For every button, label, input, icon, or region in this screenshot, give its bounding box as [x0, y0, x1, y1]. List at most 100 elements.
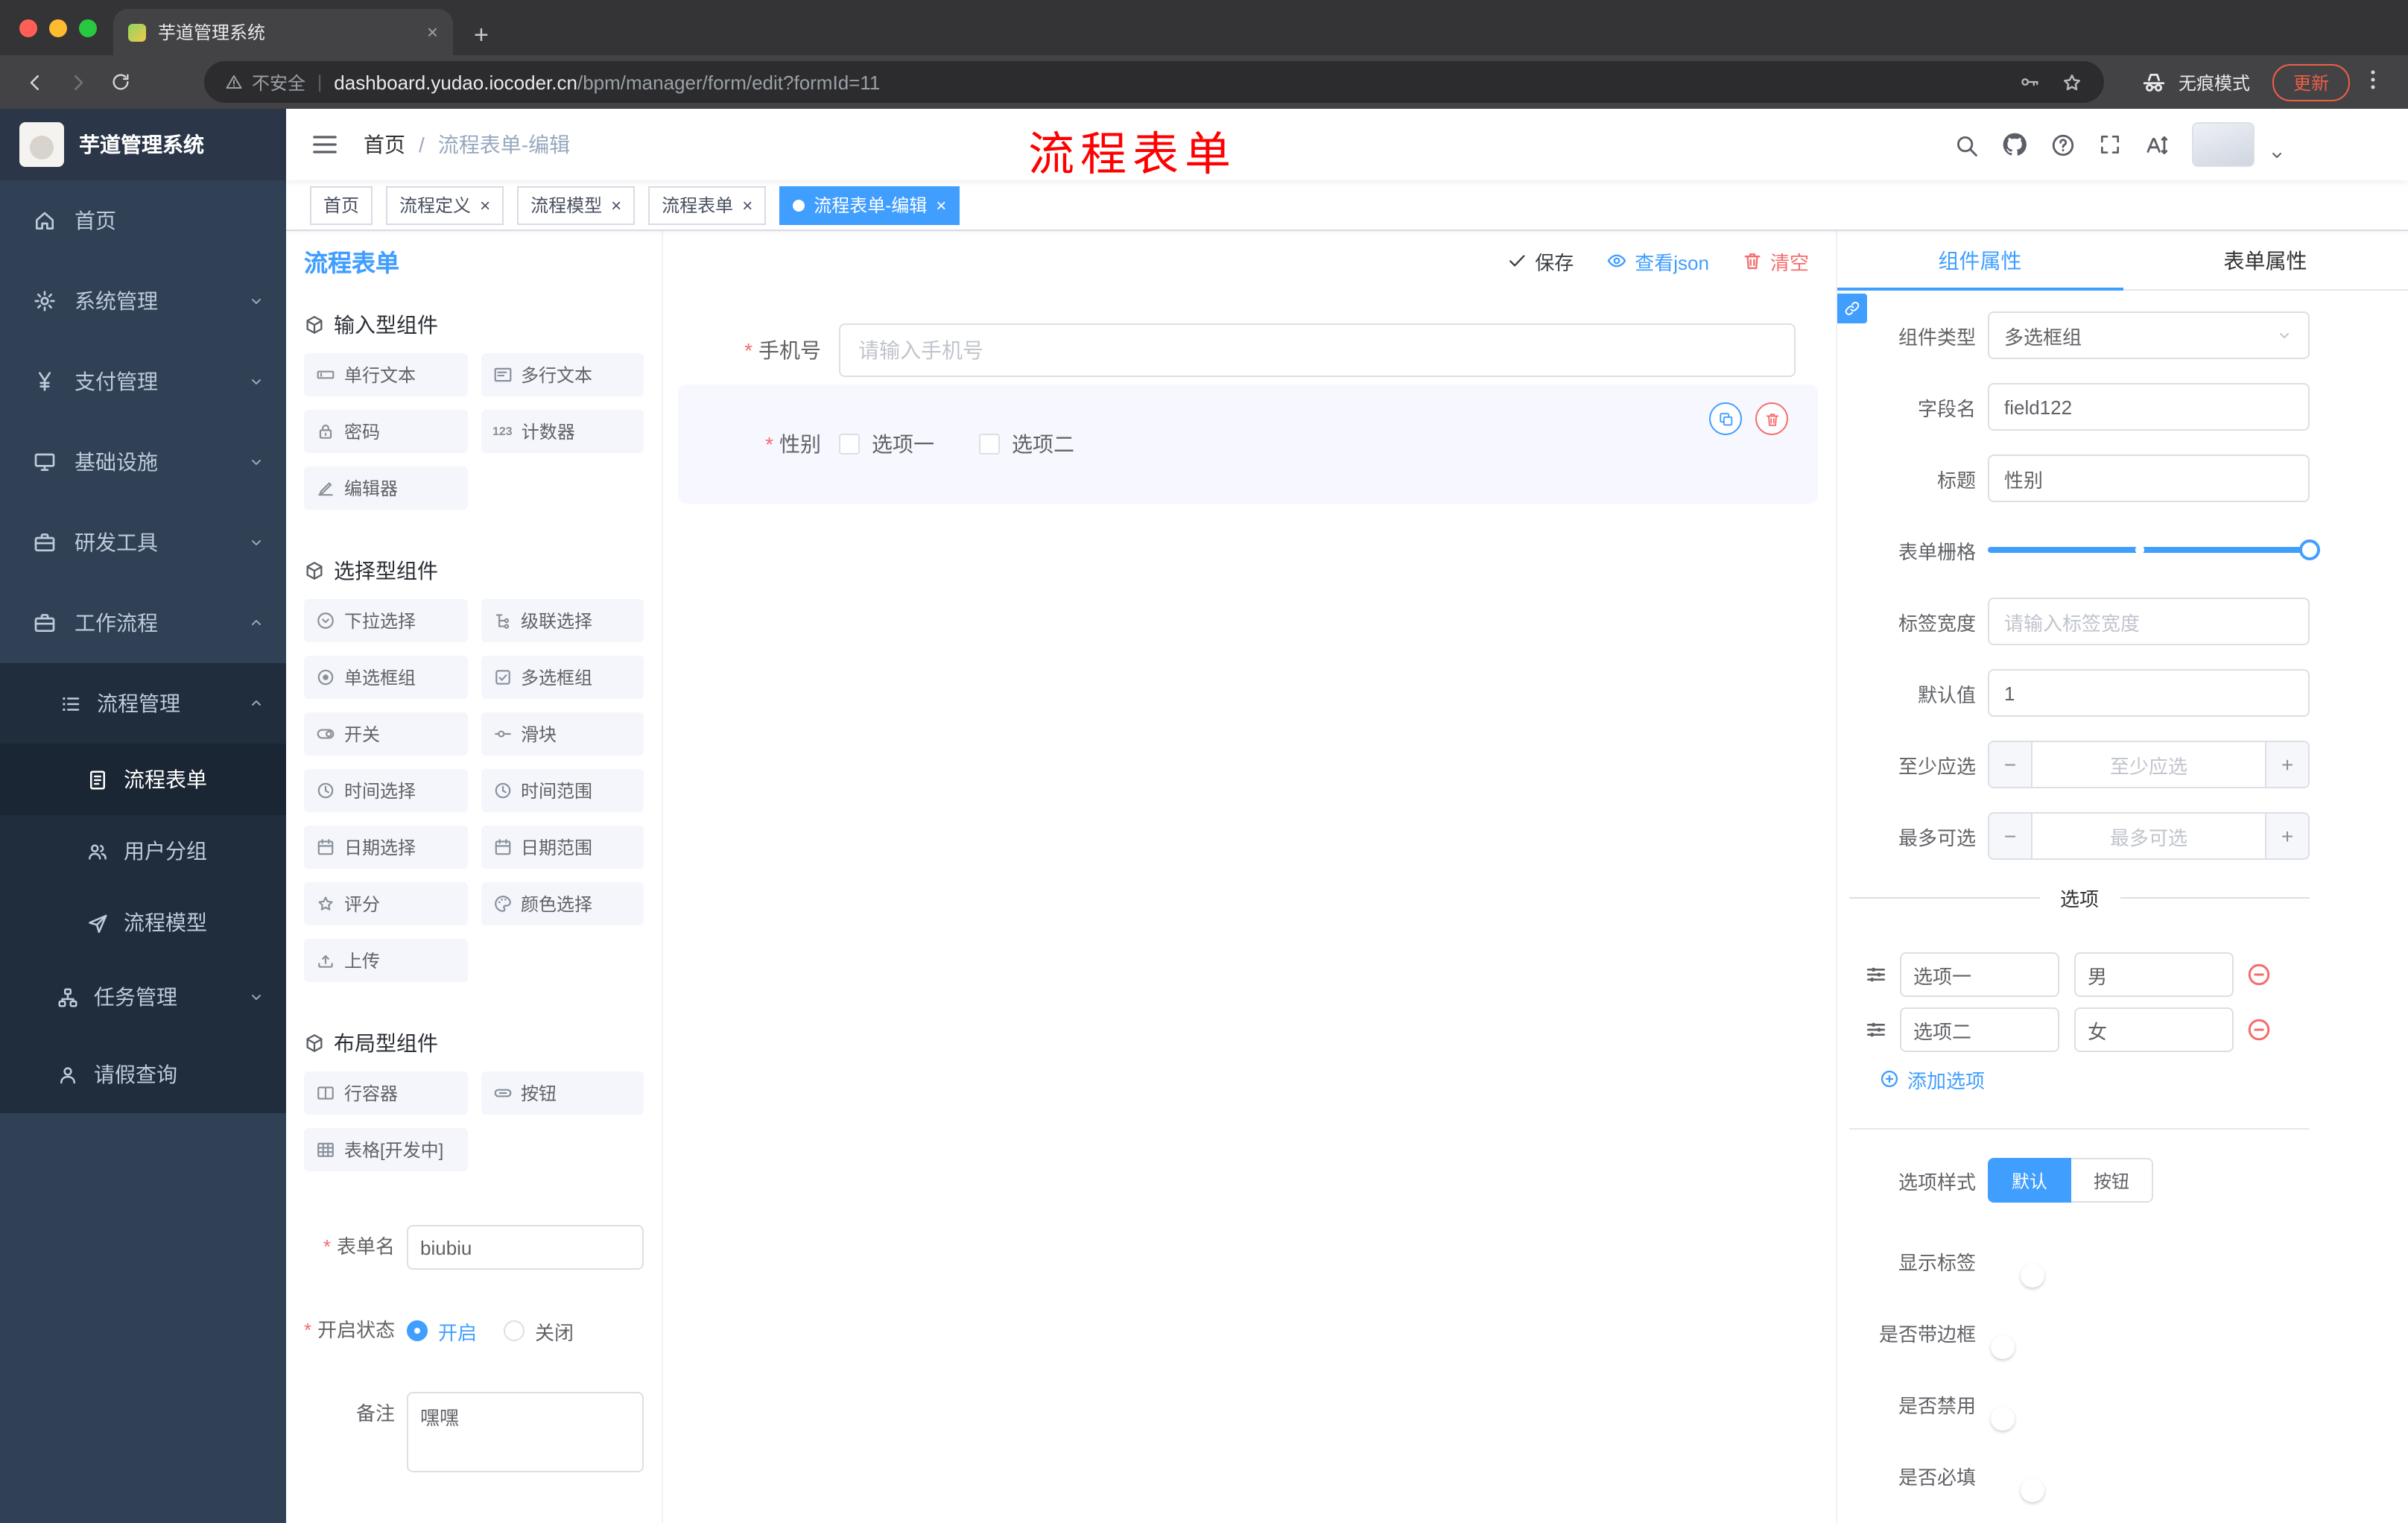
decrease-button[interactable]: − — [1989, 814, 2032, 858]
search-icon[interactable] — [1954, 132, 1979, 157]
status-radio-off[interactable]: 关闭 — [504, 1317, 574, 1345]
sidebar-item-system[interactable]: 系统管理 — [0, 261, 286, 341]
avatar-caret-icon[interactable] — [2268, 146, 2286, 164]
max-select-input[interactable]: 最多可选 — [2032, 814, 2265, 858]
password-key-icon[interactable] — [2019, 72, 2040, 92]
drag-handle-icon[interactable] — [1864, 1018, 1888, 1042]
tag-home[interactable]: 首页 — [310, 186, 373, 224]
tag-process-form[interactable]: 流程表单 × — [648, 186, 767, 224]
fullscreen-icon[interactable] — [2098, 133, 2122, 156]
palette-item-password[interactable]: 密码 — [304, 410, 467, 453]
form-name-input[interactable]: biubiu — [407, 1225, 644, 1270]
browser-update-button[interactable]: 更新 — [2272, 63, 2350, 101]
tag-process-model[interactable]: 流程模型 × — [517, 186, 636, 224]
option-value-input[interactable]: 女 — [2074, 1007, 2234, 1052]
sidebar-item-infra[interactable]: 基础设施 — [0, 422, 286, 502]
tag-process-definition[interactable]: 流程定义 × — [386, 186, 504, 224]
slider-track[interactable] — [1988, 539, 2320, 560]
palette-item-row-container[interactable]: 行容器 — [304, 1071, 467, 1115]
decrease-button[interactable]: − — [1989, 742, 2032, 787]
option-label-input[interactable]: 选项一 — [1900, 952, 2059, 997]
tag-process-form-edit[interactable]: 流程表单-编辑 × — [779, 186, 960, 224]
sidebar-item-devtools[interactable]: 研发工具 — [0, 502, 286, 583]
component-type-select[interactable]: 多选框组 — [1988, 311, 2310, 359]
sidebar-item-process-form[interactable]: 流程表单 — [0, 744, 286, 815]
checkbox-option-1[interactable]: 选项一 — [839, 429, 934, 459]
status-radio-on[interactable]: 开启 — [407, 1317, 477, 1345]
user-avatar[interactable] — [2192, 122, 2255, 167]
link-button[interactable] — [1837, 294, 1867, 323]
palette-item-cascader[interactable]: 级联选择 — [481, 599, 644, 642]
reload-button[interactable] — [104, 66, 137, 98]
field-name-input[interactable]: field122 — [1988, 383, 2310, 431]
palette-item-slider[interactable]: 滑块 — [481, 712, 644, 756]
tab-form-props[interactable]: 表单属性 — [2123, 231, 2408, 289]
tab-component-props[interactable]: 组件属性 — [1837, 231, 2123, 291]
copy-field-button[interactable] — [1709, 402, 1742, 435]
sidebar-item-home[interactable]: 首页 — [0, 180, 286, 261]
breadcrumb-home[interactable]: 首页 — [364, 130, 405, 159]
sidebar-item-user-group[interactable]: 用户分组 — [0, 815, 286, 887]
option-value-input[interactable]: 男 — [2074, 952, 2234, 997]
sidebar-item-task-management[interactable]: 任务管理 — [0, 958, 286, 1036]
palette-item-color-picker[interactable]: 颜色选择 — [481, 882, 644, 925]
browser-tab[interactable]: 芋道管理系统 × — [113, 9, 453, 55]
window-close-button[interactable] — [19, 19, 37, 37]
increase-button[interactable]: + — [2265, 742, 2308, 787]
form-grid-slider[interactable] — [1988, 526, 2320, 574]
close-icon[interactable]: × — [480, 196, 490, 214]
github-icon[interactable] — [2001, 131, 2028, 158]
save-button[interactable]: 保存 — [1506, 247, 1574, 275]
checkbox-option-2[interactable]: 选项二 — [979, 429, 1074, 459]
palette-item-rate[interactable]: 评分 — [304, 882, 467, 925]
bookmark-star-icon[interactable] — [2061, 71, 2083, 93]
back-button[interactable] — [18, 66, 51, 98]
label-width-input[interactable]: 请输入标签宽度 — [1988, 598, 2310, 645]
browser-menu-button[interactable] — [2360, 67, 2390, 97]
palette-item-textarea[interactable]: 多行文本 — [481, 353, 644, 396]
palette-item-editor[interactable]: 编辑器 — [304, 466, 467, 510]
sidebar-logo[interactable]: 芋道管理系统 — [0, 109, 286, 180]
form-remark-textarea[interactable]: 嘿嘿 — [407, 1392, 644, 1472]
checkbox-icon[interactable] — [979, 434, 1000, 455]
palette-item-counter[interactable]: 123 计数器 — [481, 410, 644, 453]
forward-button[interactable] — [61, 66, 94, 98]
close-icon[interactable]: × — [742, 196, 752, 214]
palette-item-table[interactable]: 表格[开发中] — [304, 1128, 467, 1171]
phone-input[interactable]: 请输入手机号 — [839, 323, 1796, 377]
slider-handle[interactable] — [2299, 539, 2320, 560]
option-label-input[interactable]: 选项二 — [1900, 1007, 2059, 1052]
address-bar[interactable]: 不安全 | dashboard.yudao.iocoder.cn/bpm/man… — [204, 61, 2104, 103]
palette-item-upload[interactable]: 上传 — [304, 939, 467, 982]
increase-button[interactable]: + — [2265, 814, 2308, 858]
option-style-default[interactable]: 默认 — [1988, 1158, 2072, 1203]
remove-option-icon[interactable] — [2246, 961, 2272, 988]
sidebar-item-payment[interactable]: 支付管理 — [0, 341, 286, 422]
delete-field-button[interactable] — [1755, 402, 1788, 435]
palette-item-button[interactable]: 按钮 — [481, 1071, 644, 1115]
palette-item-text-input[interactable]: 单行文本 — [304, 353, 467, 396]
remove-option-icon[interactable] — [2246, 1016, 2272, 1043]
title-input[interactable]: 性别 — [1988, 455, 2310, 502]
view-json-button[interactable]: 查看json — [1606, 247, 1709, 275]
close-icon[interactable]: × — [936, 196, 946, 214]
default-value-input[interactable]: 1 — [1988, 669, 2310, 717]
tab-close-icon[interactable]: × — [427, 22, 438, 42]
palette-item-time-range[interactable]: 时间范围 — [481, 769, 644, 812]
close-icon[interactable]: × — [611, 196, 621, 214]
min-select-input[interactable]: 至少应选 — [2032, 742, 2265, 787]
palette-item-select[interactable]: 下拉选择 — [304, 599, 467, 642]
sidebar-toggle-icon[interactable] — [310, 130, 340, 159]
palette-item-date-picker[interactable]: 日期选择 — [304, 826, 467, 869]
security-indicator[interactable]: 不安全 — [225, 69, 305, 95]
sidebar-item-leave-query[interactable]: 请假查询 — [0, 1036, 286, 1113]
clear-button[interactable]: 清空 — [1742, 247, 1809, 275]
checkbox-icon[interactable] — [839, 434, 860, 455]
font-size-icon[interactable] — [2144, 132, 2170, 157]
palette-item-radio-group[interactable]: 单选框组 — [304, 656, 467, 699]
add-option-button[interactable]: 添加选项 — [1879, 1066, 2310, 1092]
palette-item-switch[interactable]: 开关 — [304, 712, 467, 756]
sidebar-item-process-model[interactable]: 流程模型 — [0, 887, 286, 958]
palette-item-checkbox-group[interactable]: 多选框组 — [481, 656, 644, 699]
palette-item-time-picker[interactable]: 时间选择 — [304, 769, 467, 812]
